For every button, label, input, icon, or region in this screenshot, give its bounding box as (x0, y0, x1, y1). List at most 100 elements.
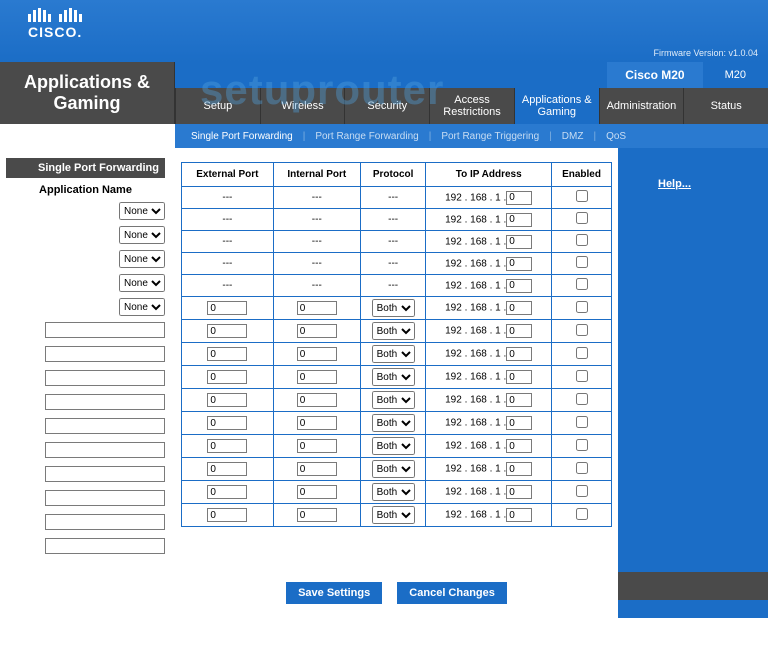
app-name-input[interactable] (45, 490, 165, 506)
ip-octet-input[interactable] (506, 213, 532, 227)
tab-security[interactable]: Security (344, 88, 429, 124)
ip-octet-input[interactable] (506, 416, 532, 430)
app-name-input[interactable] (45, 370, 165, 386)
ip-octet-input[interactable] (506, 439, 532, 453)
enabled-checkbox[interactable] (576, 301, 588, 313)
app-name-input[interactable] (45, 514, 165, 530)
tab-access-restrictions[interactable]: Access Restrictions (429, 88, 514, 124)
app-name-input[interactable] (45, 442, 165, 458)
protocol-select[interactable]: Both (372, 299, 415, 317)
external-port-input[interactable] (207, 301, 247, 315)
section-title: Single Port Forwarding (6, 158, 165, 178)
external-port-input[interactable] (207, 347, 247, 361)
tab-applications-gaming[interactable]: Applications & Gaming (514, 88, 599, 124)
enabled-checkbox[interactable] (576, 393, 588, 405)
subtab-qos[interactable]: QoS (606, 131, 626, 142)
ip-octet-input[interactable] (506, 301, 532, 315)
table-row: Both192 . 168 . 1 . (182, 320, 612, 343)
tab-status[interactable]: Status (683, 88, 768, 124)
tab-wireless[interactable]: Wireless (260, 88, 345, 124)
enabled-checkbox[interactable] (576, 324, 588, 336)
enabled-checkbox[interactable] (576, 256, 588, 268)
main-panel: External Port Internal Port Protocol To … (175, 148, 618, 572)
table-row: Both192 . 168 . 1 . (182, 366, 612, 389)
subtab-port-range-forwarding[interactable]: Port Range Forwarding (315, 131, 418, 142)
app-preset-select[interactable]: None (119, 202, 165, 220)
help-sidebar: Help... (618, 148, 768, 572)
save-button[interactable]: Save Settings (286, 582, 382, 604)
subtab-dmz[interactable]: DMZ (562, 131, 584, 142)
protocol-select[interactable]: Both (372, 391, 415, 409)
internal-port-input[interactable] (297, 347, 337, 361)
subtab-single-port-forwarding[interactable]: Single Port Forwarding (191, 131, 293, 142)
table-row: Both192 . 168 . 1 . (182, 343, 612, 366)
protocol-select[interactable]: Both (372, 460, 415, 478)
app-name-input[interactable] (45, 466, 165, 482)
external-port-input[interactable] (207, 485, 247, 499)
tab-administration[interactable]: Administration (599, 88, 684, 124)
app-preset-select[interactable]: None (119, 298, 165, 316)
protocol-select[interactable]: Both (372, 414, 415, 432)
app-preset-select[interactable]: None (119, 250, 165, 268)
app-preset-select[interactable]: None (119, 226, 165, 244)
enabled-checkbox[interactable] (576, 212, 588, 224)
help-link[interactable]: Help... (658, 178, 691, 190)
protocol-select[interactable]: Both (372, 506, 415, 524)
internal-port-input[interactable] (297, 485, 337, 499)
cancel-button[interactable]: Cancel Changes (397, 582, 507, 604)
internal-port-input[interactable] (297, 393, 337, 407)
enabled-checkbox[interactable] (576, 234, 588, 246)
external-port-input[interactable] (207, 439, 247, 453)
app-name-input[interactable] (45, 394, 165, 410)
enabled-checkbox[interactable] (576, 462, 588, 474)
ip-octet-input[interactable] (506, 347, 532, 361)
ip-octet-input[interactable] (506, 279, 532, 293)
subtab-port-range-triggering[interactable]: Port Range Triggering (441, 131, 539, 142)
ip-octet-input[interactable] (506, 462, 532, 476)
enabled-checkbox[interactable] (576, 508, 588, 520)
enabled-checkbox[interactable] (576, 278, 588, 290)
internal-port-input[interactable] (297, 324, 337, 338)
protocol-select[interactable]: Both (372, 345, 415, 363)
model-name: Cisco M20 (607, 62, 702, 88)
app-preset-select[interactable]: None (119, 274, 165, 292)
ip-octet-input[interactable] (506, 191, 532, 205)
internal-port-input[interactable] (297, 439, 337, 453)
table-row: ---------192 . 168 . 1 . (182, 209, 612, 231)
enabled-checkbox[interactable] (576, 485, 588, 497)
tab-setup[interactable]: Setup (175, 88, 260, 124)
external-port-input[interactable] (207, 462, 247, 476)
enabled-checkbox[interactable] (576, 439, 588, 451)
app-name-input[interactable] (45, 346, 165, 362)
internal-port-input[interactable] (297, 416, 337, 430)
ip-octet-input[interactable] (506, 370, 532, 384)
protocol-select[interactable]: Both (372, 368, 415, 386)
internal-port-input[interactable] (297, 462, 337, 476)
app-name-input[interactable] (45, 322, 165, 338)
protocol-select[interactable]: Both (372, 483, 415, 501)
internal-port-input[interactable] (297, 301, 337, 315)
page-title: Applications & Gaming (0, 62, 175, 124)
ip-octet-input[interactable] (506, 324, 532, 338)
external-port-input[interactable] (207, 393, 247, 407)
enabled-checkbox[interactable] (576, 416, 588, 428)
app-name-input[interactable] (45, 418, 165, 434)
enabled-checkbox[interactable] (576, 370, 588, 382)
external-port-input[interactable] (207, 370, 247, 384)
external-port-input[interactable] (207, 416, 247, 430)
ip-octet-input[interactable] (506, 508, 532, 522)
subnav: Single Port Forwarding|Port Range Forwar… (175, 124, 768, 148)
external-port-input[interactable] (207, 324, 247, 338)
ip-octet-input[interactable] (506, 393, 532, 407)
internal-port-input[interactable] (297, 508, 337, 522)
protocol-select[interactable]: Both (372, 437, 415, 455)
enabled-checkbox[interactable] (576, 190, 588, 202)
external-port-input[interactable] (207, 508, 247, 522)
ip-octet-input[interactable] (506, 257, 532, 271)
enabled-checkbox[interactable] (576, 347, 588, 359)
protocol-select[interactable]: Both (372, 322, 415, 340)
app-name-input[interactable] (45, 538, 165, 554)
internal-port-input[interactable] (297, 370, 337, 384)
ip-octet-input[interactable] (506, 235, 532, 249)
ip-octet-input[interactable] (506, 485, 532, 499)
